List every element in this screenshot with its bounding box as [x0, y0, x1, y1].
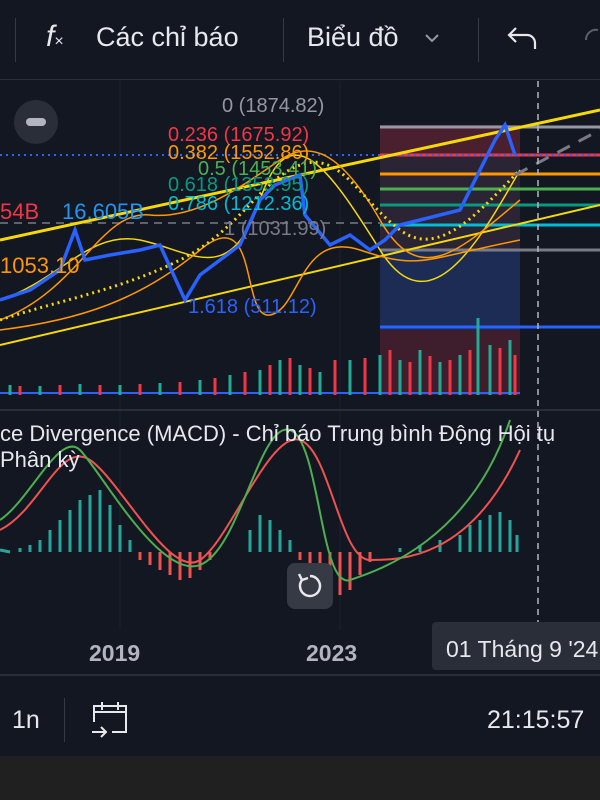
fib-label: 1 (1031.99): [224, 218, 327, 240]
volume-label: 54B: [0, 199, 40, 224]
rotate-icon: [297, 573, 322, 598]
indicators-button[interactable]: Các chỉ báo: [96, 22, 239, 53]
top-toolbar: f× Các chỉ báo Biểu đồ: [0, 0, 600, 80]
divider: [478, 18, 479, 62]
volume-ma-label: 16.605B: [62, 199, 144, 224]
footer-bar: [0, 756, 600, 800]
fib-label: 0.786 (1212.36): [168, 193, 310, 215]
macd-title[interactable]: ce Divergence (MACD) - Chỉ báo Trung bìn…: [0, 421, 600, 473]
undo-icon[interactable]: [506, 24, 540, 54]
divider: [64, 698, 65, 742]
redo-icon[interactable]: [584, 28, 600, 52]
crosshair-date-label: 01 Tháng 9 '24: [432, 622, 600, 670]
divider: [15, 18, 16, 62]
chart-type-button[interactable]: Biểu đồ: [307, 22, 399, 53]
interval-button[interactable]: 1n: [12, 706, 40, 735]
calendar-goto-icon[interactable]: [90, 698, 132, 742]
year-label: 2023: [306, 640, 358, 666]
price-label: 1053.10: [0, 253, 80, 278]
clock-time: 21:15:57: [487, 706, 585, 734]
minus-icon: [26, 118, 46, 126]
chevron-down-icon[interactable]: [424, 32, 440, 44]
function-icon[interactable]: f×: [46, 20, 64, 54]
divider: [283, 18, 284, 62]
fib-label: 1.618 (511.12): [188, 296, 317, 318]
collapse-button[interactable]: [14, 100, 58, 144]
reset-chart-button[interactable]: [287, 563, 333, 609]
bottom-toolbar: 1n 21:15:57: [0, 678, 600, 756]
fib-label: 0 (1874.82): [222, 95, 325, 117]
year-label: 2019: [89, 640, 141, 666]
